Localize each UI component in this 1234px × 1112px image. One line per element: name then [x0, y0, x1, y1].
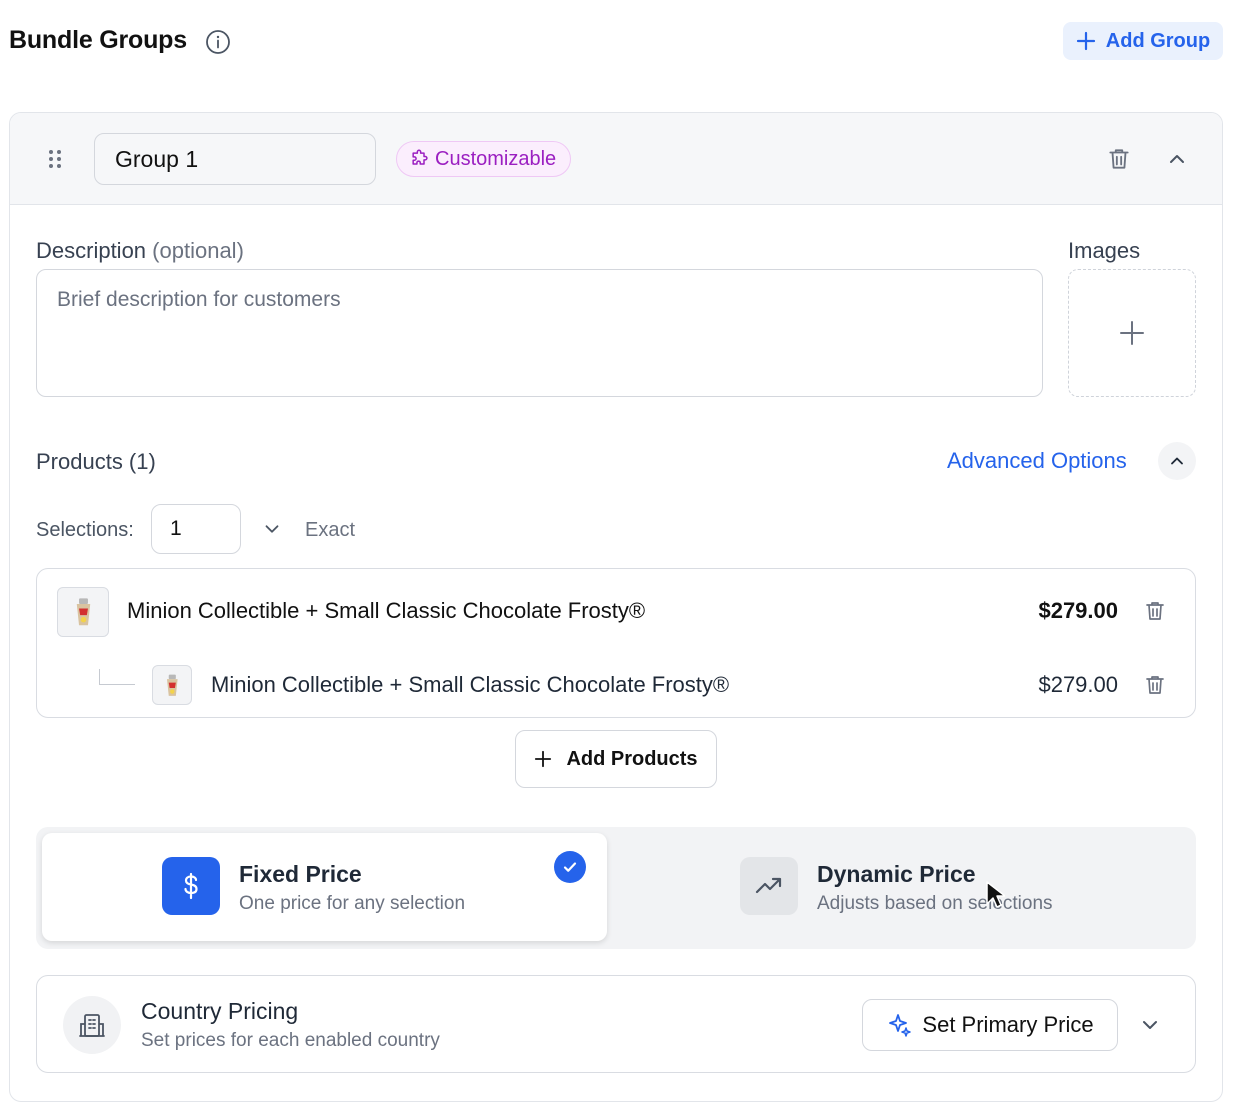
chevron-down-icon[interactable] — [1138, 1013, 1162, 1037]
description-label: Description (optional) — [36, 238, 244, 264]
delete-product-icon[interactable] — [1143, 599, 1167, 623]
product-thumbnail — [57, 587, 109, 637]
dynamic-price-option[interactable]: Dynamic Price Adjusts based on selection… — [626, 833, 1190, 941]
country-pricing-subtitle: Set prices for each enabled country — [141, 1030, 440, 1051]
optional-hint: (optional) — [152, 238, 244, 263]
selections-input[interactable] — [151, 504, 241, 554]
group-card-header: Customizable — [10, 113, 1222, 205]
set-primary-price-label: Set Primary Price — [922, 1012, 1094, 1037]
products-list: Minion Collectible + Small Classic Choco… — [36, 568, 1196, 718]
fixed-price-option[interactable]: Fixed Price One price for any selection — [42, 833, 607, 941]
building-icon — [63, 996, 121, 1054]
sparkles-icon — [889, 1014, 912, 1037]
add-products-button[interactable]: Add Products — [515, 730, 717, 788]
plus-icon — [535, 750, 552, 768]
product-name: Minion Collectible + Small Classic Choco… — [127, 598, 646, 623]
plus-icon — [1076, 31, 1095, 51]
advanced-options-link[interactable]: Advanced Options — [947, 448, 1127, 474]
dynamic-price-subtitle: Adjusts based on selections — [817, 893, 1053, 914]
delete-group-icon[interactable] — [1106, 146, 1132, 172]
dynamic-price-title: Dynamic Price — [817, 861, 976, 887]
drag-handle-icon[interactable] — [48, 149, 62, 169]
info-icon[interactable] — [205, 29, 231, 55]
images-label: Images — [1068, 238, 1141, 263]
chevron-up-icon — [1171, 457, 1183, 465]
variant-price: $279.00 — [1038, 672, 1118, 697]
dollar-icon — [162, 857, 220, 915]
plus-icon — [1120, 321, 1144, 345]
customizable-badge: Customizable — [396, 141, 572, 177]
delete-variant-icon[interactable] — [1143, 673, 1167, 697]
pricing-mode-toggle: Fixed Price One price for any selection … — [36, 827, 1196, 949]
add-group-label: Add Group — [1105, 29, 1211, 52]
selection-mode[interactable]: Exact — [305, 519, 355, 542]
products-label: Products (1) — [36, 449, 156, 474]
page-title: Bundle Groups — [9, 26, 187, 54]
selections-label: Selections: — [36, 519, 134, 541]
group-name-input[interactable] — [94, 133, 376, 185]
badge-label: Customizable — [435, 147, 557, 170]
country-pricing-title: Country Pricing — [141, 998, 299, 1024]
add-products-label: Add Products — [566, 747, 698, 770]
add-group-button[interactable]: Add Group — [1063, 22, 1223, 60]
selected-check-icon — [554, 851, 586, 883]
trending-up-icon — [740, 857, 798, 915]
puzzle-icon — [412, 149, 428, 165]
collapse-chevron-up-icon[interactable] — [1165, 147, 1189, 171]
description-label-text: Description — [36, 238, 147, 263]
group-card: Customizable Description (optional) Imag… — [9, 112, 1223, 1102]
country-pricing-section[interactable]: Country Pricing Set prices for each enab… — [36, 975, 1196, 1073]
chevron-down-icon[interactable] — [261, 518, 283, 540]
variant-thumbnail — [152, 665, 192, 705]
fixed-price-title: Fixed Price — [239, 861, 362, 887]
description-textarea[interactable] — [36, 269, 1043, 397]
variant-name: Minion Collectible + Small Classic Choco… — [211, 672, 730, 697]
set-primary-price-button[interactable]: Set Primary Price — [862, 999, 1118, 1051]
product-price: $279.00 — [1038, 598, 1118, 623]
variant-tree-connector — [99, 669, 135, 685]
fixed-price-subtitle: One price for any selection — [239, 893, 466, 914]
advanced-options-toggle[interactable] — [1158, 442, 1196, 480]
page-header: Bundle Groups Add Group — [9, 22, 1223, 62]
add-image-dropzone[interactable] — [1068, 269, 1196, 397]
